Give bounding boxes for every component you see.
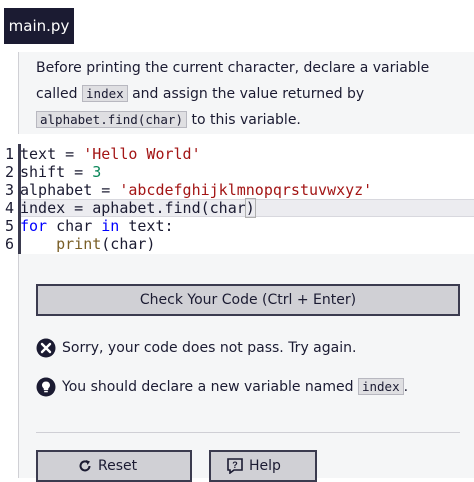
- code-line-4[interactable]: index = aphabet.find(char): [20, 198, 256, 218]
- help-label: Help: [249, 458, 281, 474]
- line-number: 2: [4, 163, 14, 181]
- hint-prefix: You should declare a new variable named: [62, 379, 358, 395]
- error-x-icon: [36, 338, 56, 358]
- code-editor[interactable]: 1 2 3 4 5 6 text = 'Hello World' shift =…: [0, 144, 474, 254]
- keyword-token: for: [20, 217, 48, 235]
- line-number: 3: [4, 181, 14, 199]
- number-token: 3: [92, 163, 102, 181]
- reset-button[interactable]: Reset: [36, 450, 192, 482]
- svg-text:?: ?: [232, 460, 238, 470]
- code-line-1[interactable]: text = 'Hello World': [20, 145, 201, 163]
- file-tab-bar: main.py: [0, 0, 474, 52]
- reset-icon: [79, 460, 91, 472]
- instructions-part-3: to this variable.: [187, 112, 301, 128]
- code-line-2[interactable]: shift = 3: [20, 163, 101, 181]
- divider: [36, 432, 460, 433]
- help-button[interactable]: ? Help: [209, 450, 317, 482]
- error-text: Sorry, your code does not pass. Try agai…: [62, 340, 357, 356]
- test-output-panel: Check Your Code (Ctrl + Enter) Sorry, yo…: [18, 254, 474, 482]
- code-token: index = aphabet.find(: [20, 199, 210, 217]
- line-number-gutter: 1 2 3 4 5 6: [0, 144, 21, 254]
- line-number: 6: [4, 235, 14, 253]
- hint-text: You should declare a new variable named …: [62, 376, 408, 398]
- line-number: 4: [4, 199, 14, 217]
- code-token: char: [209, 199, 246, 217]
- instructions-text: Before printing the current character, d…: [36, 56, 466, 133]
- help-icon: ?: [227, 458, 243, 474]
- code-index: index: [82, 85, 128, 102]
- code-token: char: [47, 217, 102, 235]
- check-code-button[interactable]: Check Your Code (Ctrl + Enter): [36, 284, 460, 316]
- string-token: 'abcdefghijklmnopqrstuvwxyz': [119, 181, 373, 199]
- function-token: print: [56, 235, 102, 253]
- matching-bracket: ): [244, 198, 256, 218]
- lightbulb-icon: [36, 377, 56, 397]
- code-token: (char): [101, 235, 156, 253]
- hint-code: index: [357, 378, 404, 395]
- code-line-6[interactable]: print(char): [20, 235, 155, 253]
- tab-main-py[interactable]: main.py: [4, 8, 74, 44]
- code-token: text:: [119, 217, 174, 235]
- code-token: shift =: [20, 163, 93, 181]
- line-number: 1: [4, 145, 14, 163]
- keyword-token: in: [101, 217, 120, 235]
- instructions-panel: Before printing the current character, d…: [18, 52, 474, 134]
- instructions-part-2: and assign the value returned by: [127, 86, 365, 102]
- code-line-5[interactable]: for char in text:: [20, 217, 174, 235]
- string-token: 'Hello World': [83, 145, 201, 163]
- reset-label: Reset: [98, 458, 138, 474]
- code-find-call: alphabet.find(char): [36, 111, 187, 128]
- hint-suffix: .: [403, 379, 409, 395]
- code-token: alphabet =: [20, 181, 120, 199]
- code-line-3[interactable]: alphabet = 'abcdefghijklmnopqrstuvwxyz': [20, 181, 372, 199]
- code-token: text =: [20, 145, 84, 163]
- line-number: 5: [4, 217, 14, 235]
